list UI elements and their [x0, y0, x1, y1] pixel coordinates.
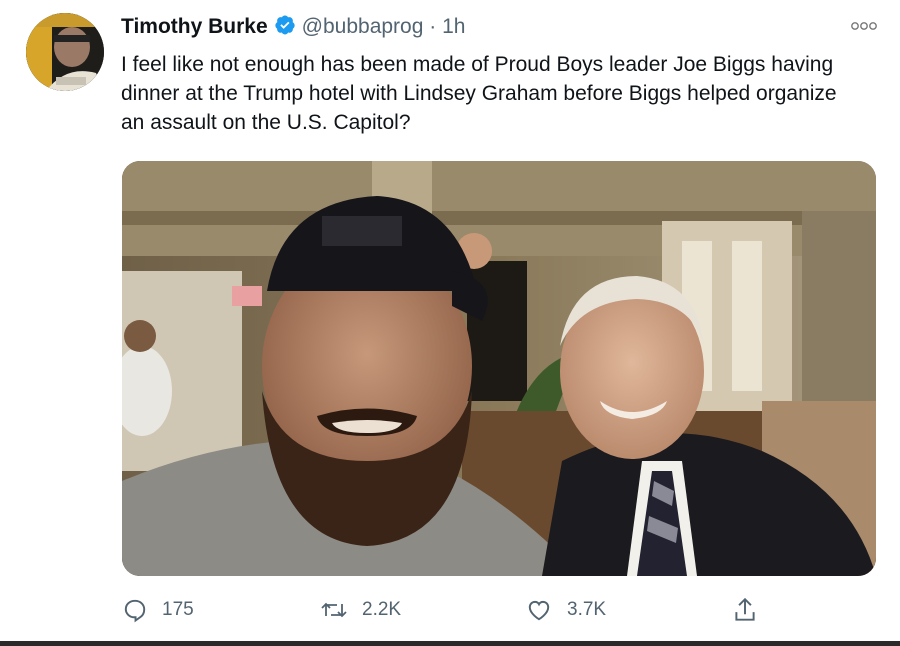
tweet-actions: 175 2.2K 3.7K: [0, 590, 900, 630]
avatar-photo: [26, 13, 104, 91]
bottom-border: [0, 641, 900, 646]
author-avatar[interactable]: [26, 13, 104, 91]
tweet-photo-image: [122, 161, 876, 576]
tweet-header: Timothy Burke @bubbaprog · 1h: [121, 14, 465, 40]
more-options-icon[interactable]: [850, 20, 878, 32]
author-name[interactable]: Timothy Burke: [121, 15, 268, 38]
share-icon: [735, 597, 755, 621]
tweet-card[interactable]: Timothy Burke @bubbaprog · 1h I feel lik…: [0, 0, 900, 646]
tweet-text: I feel like not enough has been made of …: [121, 53, 837, 134]
reply-count: 175: [162, 599, 194, 620]
tweet-timestamp[interactable]: 1h: [442, 15, 465, 38]
tweet-photo[interactable]: [122, 161, 876, 576]
reply-button[interactable]: 175: [122, 590, 194, 630]
like-button[interactable]: 3.7K: [525, 590, 606, 630]
like-count: 3.7K: [567, 599, 607, 620]
retweet-icon: [321, 602, 347, 618]
retweet-button[interactable]: 2.2K: [320, 590, 401, 630]
reply-icon: [124, 599, 146, 623]
retweet-count: 2.2K: [362, 599, 402, 620]
verified-badge-icon: [275, 15, 295, 35]
heart-icon: [528, 600, 550, 621]
share-button[interactable]: [732, 590, 772, 630]
header-separator: ·: [429, 15, 437, 38]
author-handle[interactable]: @bubbaprog: [302, 15, 424, 38]
